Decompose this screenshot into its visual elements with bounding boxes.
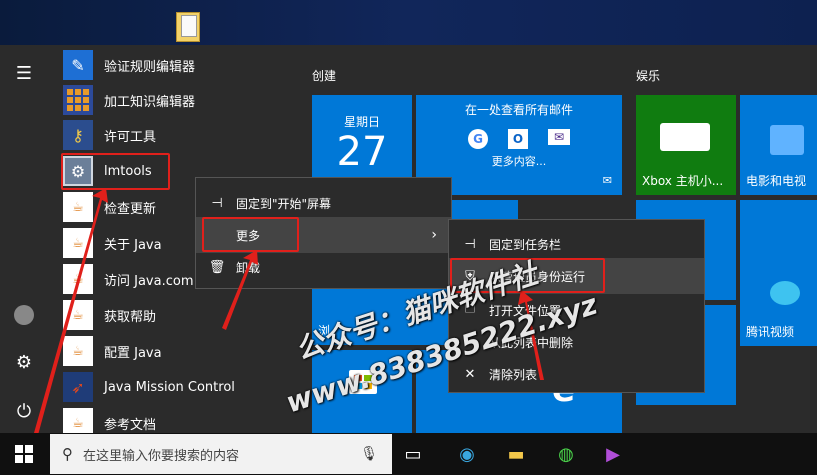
search-icon: ⚲ bbox=[62, 445, 73, 463]
file-explorer-icon[interactable]: ▬ bbox=[500, 438, 532, 470]
windows-logo-icon bbox=[15, 445, 33, 463]
taskbar: ⚲ 在这里输入你要搜索的内容 🎙 ▭ ◉ ▬ ◍ ▶ bbox=[0, 433, 817, 475]
arrow-to-more bbox=[222, 250, 258, 330]
wechat-icon[interactable]: ◍ bbox=[550, 438, 582, 470]
annotation-arrows bbox=[34, 188, 544, 435]
microphone-icon: 🎙 bbox=[360, 446, 378, 462]
start-button[interactable] bbox=[0, 433, 48, 475]
task-view-icon[interactable]: ▭ bbox=[397, 438, 429, 470]
arrow-to-lmtools bbox=[34, 188, 108, 435]
search-placeholder: 在这里输入你要搜索的内容 bbox=[83, 448, 240, 464]
media-player-icon[interactable]: ▶ bbox=[597, 438, 629, 470]
browser-app-icon[interactable]: ◉ bbox=[451, 438, 483, 470]
taskbar-search-box[interactable]: ⚲ 在这里输入你要搜索的内容 🎙 bbox=[50, 434, 392, 474]
